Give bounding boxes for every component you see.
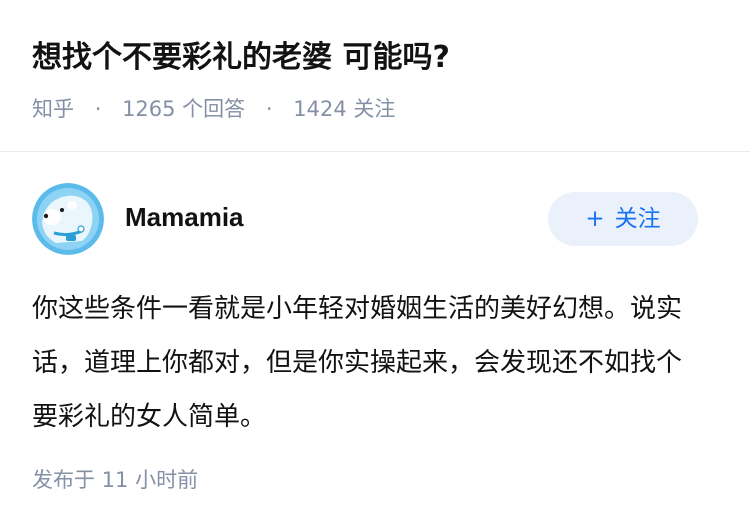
answer-time: 发布于 11 小时前: [32, 468, 199, 492]
follow-button-label: 关注: [614, 206, 661, 232]
author-name[interactable]: Mamamia: [125, 200, 244, 234]
follow-button[interactable]: + 关注: [548, 192, 698, 246]
answer-content[interactable]: 你这些条件一看就是小年轻对婚姻生活的美好幻想。说实话，道理上你都对，但是你实操起…: [32, 282, 702, 444]
meta-separator: ·: [265, 97, 273, 121]
avatar[interactable]: [32, 183, 104, 255]
plus-icon: +: [585, 206, 605, 232]
answer-count[interactable]: 1265 个回答: [122, 97, 245, 121]
meta-separator: ·: [94, 97, 102, 121]
question-meta: 知乎 · 1265 个回答 · 1424 关注: [32, 92, 395, 126]
question-header: 想找个不要彩礼的老婆 可能吗? 知乎 · 1265 个回答 · 1424 关注: [0, 0, 750, 152]
answer-card: Mamamia + 关注 你这些条件一看就是小年轻对婚姻生活的美好幻想。说实话，道…: [0, 152, 750, 530]
source-label[interactable]: 知乎: [32, 97, 74, 121]
question-title[interactable]: 想找个不要彩礼的老婆 可能吗?: [32, 36, 450, 80]
follower-count: 1424 关注: [293, 97, 396, 121]
polar-bear-avatar-icon: [32, 183, 104, 255]
